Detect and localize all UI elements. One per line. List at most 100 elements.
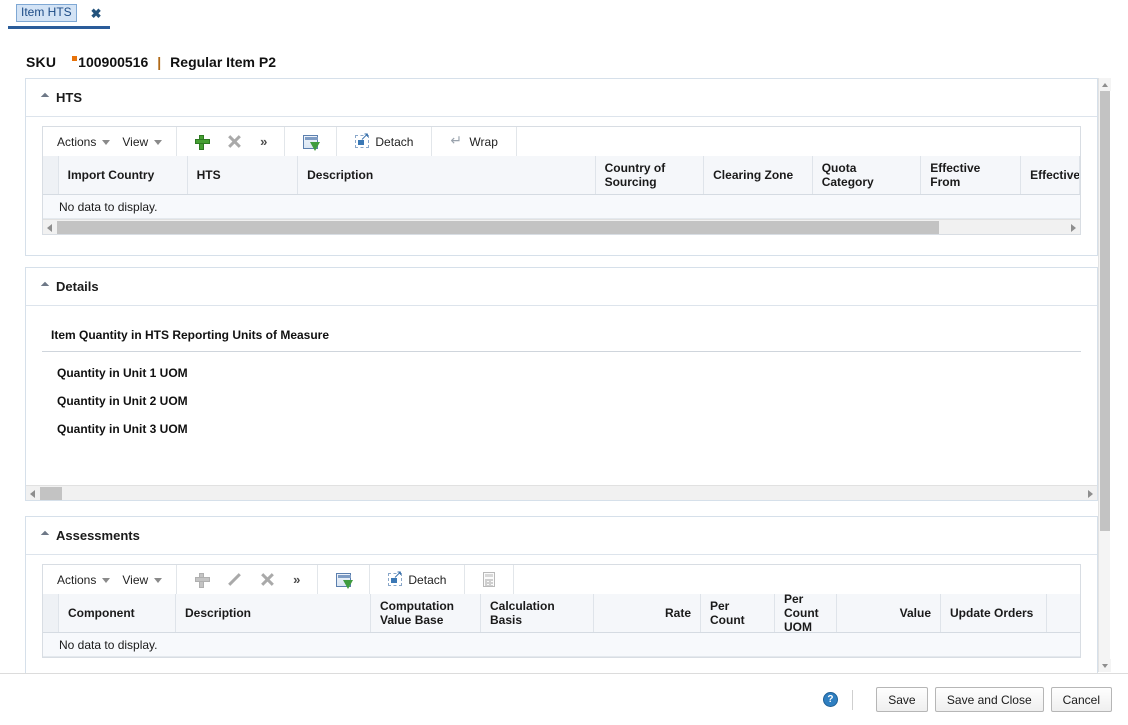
hts-delete-button[interactable]	[218, 127, 251, 156]
wrap-icon	[450, 133, 463, 148]
detach-icon	[388, 570, 403, 586]
chevron-down-icon	[102, 140, 111, 145]
query-filter-icon	[303, 134, 321, 151]
page-scroll-region: HTS Actions View » ↗ Detach ↵ Wrap Impor…	[25, 78, 1103, 673]
hts-detach-button[interactable]: Detach	[345, 127, 423, 156]
assessments-col-per-count[interactable]: Per Count	[701, 594, 775, 632]
hts-grid-header-row: Import Country HTS Description Country o…	[43, 156, 1080, 195]
panel-details-header: Details	[26, 268, 1097, 306]
assessments-col-value[interactable]: Value	[837, 594, 941, 632]
hts-scroll-thumb[interactable]	[57, 220, 939, 234]
hts-query-group	[285, 127, 338, 156]
assessments-col-computation-value-base[interactable]: Computation Value Base	[371, 594, 481, 632]
panel-assessments-title: Assessments	[56, 528, 140, 543]
assessments-col-update-orders[interactable]: Update Orders	[941, 594, 1047, 632]
assessments-query-by-example-button[interactable]	[326, 565, 361, 594]
plus-icon	[195, 573, 211, 588]
assessments-calc-group	[465, 565, 515, 594]
panel-details-title: Details	[56, 279, 99, 294]
hts-view-menu[interactable]: View	[116, 127, 168, 156]
hts-add-button[interactable]	[185, 127, 218, 156]
assessments-more-actions-button[interactable]: »	[284, 565, 309, 594]
hts-scroll-right-icon[interactable]	[1066, 220, 1080, 235]
hts-toolbar: Actions View » ↗ Detach ↵ Wrap	[42, 126, 1081, 156]
assessments-col-per-count-uom[interactable]: Per Count UOM	[775, 594, 837, 632]
details-scroll-track[interactable]	[40, 486, 1083, 500]
assessments-query-group	[318, 565, 371, 594]
assessments-col-rate[interactable]: Rate	[594, 594, 701, 632]
collapse-triangle-icon[interactable]	[40, 281, 50, 290]
panel-hts-header: HTS	[26, 79, 1097, 117]
hts-actions-menu[interactable]: Actions	[51, 127, 116, 156]
hts-grid: Import Country HTS Description Country o…	[42, 156, 1081, 235]
query-filter-icon	[336, 572, 354, 589]
chevron-down-icon	[154, 140, 163, 145]
save-and-close-button[interactable]: Save and Close	[934, 687, 1044, 712]
collapse-triangle-icon[interactable]	[40, 530, 50, 539]
details-scroll-right-icon[interactable]	[1083, 486, 1097, 501]
hts-menu-group: Actions View	[43, 127, 178, 156]
assessments-detach-button[interactable]: Detach	[378, 565, 456, 594]
hts-horizontal-scrollbar[interactable]	[43, 219, 1080, 234]
tab-strip: Item HTS ✖	[0, 0, 1128, 30]
collapse-triangle-icon[interactable]	[40, 92, 50, 101]
assessments-toolbar: Actions View » ↗ Detach	[42, 564, 1081, 594]
assessments-add-button[interactable]	[185, 565, 218, 594]
cancel-button[interactable]: Cancel	[1050, 687, 1112, 712]
save-button[interactable]: Save	[875, 687, 928, 712]
details-body: Item Quantity in HTS Reporting Units of …	[26, 306, 1097, 436]
hts-scroll-track[interactable]	[57, 220, 1066, 234]
footer-divider	[851, 689, 853, 710]
assessments-col-calculation-basis[interactable]: Calculation Basis	[481, 594, 594, 632]
assessments-edit-button[interactable]	[218, 565, 251, 594]
hts-col-description[interactable]: Description	[298, 156, 596, 194]
details-field-unit-1: Quantity in Unit 1 UOM	[57, 366, 188, 380]
hts-wrap-button[interactable]: Wrap	[440, 127, 507, 156]
tab-item-hts[interactable]: Item HTS ✖	[8, 0, 110, 29]
hts-table-wrapper: Actions View » ↗ Detach ↵ Wrap Import Co…	[26, 117, 1097, 235]
assessments-col-description[interactable]: Description	[176, 594, 371, 632]
help-icon[interactable]: ?	[822, 692, 838, 707]
assessments-empty-message: No data to display.	[43, 633, 1080, 657]
assessments-detach-label: Detach	[408, 572, 447, 587]
details-scroll-left-icon[interactable]	[26, 486, 40, 501]
assessments-calculator-button[interactable]	[473, 565, 505, 594]
hts-col-effective[interactable]: Effective	[1021, 156, 1080, 194]
calculator-icon	[483, 572, 496, 587]
chevron-down-icon	[154, 578, 163, 583]
hts-col-quota-category[interactable]: Quota Category	[813, 156, 922, 194]
assessments-table-wrapper: Actions View » ↗ Detach Component Descri…	[26, 555, 1097, 658]
details-horizontal-scrollbar[interactable]	[26, 485, 1097, 500]
hts-empty-message: No data to display.	[43, 195, 1080, 219]
details-scroll-thumb[interactable]	[40, 486, 62, 500]
assessments-view-menu[interactable]: View	[116, 565, 168, 594]
details-section-title: Item Quantity in HTS Reporting Units of …	[42, 320, 1081, 352]
assessments-grid-header-row: Component Description Computation Value …	[43, 594, 1080, 633]
assessments-delete-button[interactable]	[251, 565, 284, 594]
hts-scroll-left-icon[interactable]	[43, 220, 57, 235]
hts-col-effective-from[interactable]: Effective From	[921, 156, 1022, 194]
hts-more-actions-button[interactable]: »	[251, 127, 276, 156]
panel-hts-title: HTS	[56, 90, 82, 105]
hts-col-hts[interactable]: HTS	[188, 156, 299, 194]
assessments-actions-menu[interactable]: Actions	[51, 565, 116, 594]
hts-wrap-label: Wrap	[469, 134, 498, 149]
assessments-detach-group: Detach	[370, 565, 466, 594]
assessments-actions-label: Actions	[57, 572, 97, 587]
item-description: Regular Item P2	[170, 54, 276, 70]
edit-pencil-icon	[228, 573, 241, 586]
hts-col-import-country[interactable]: Import Country	[59, 156, 188, 194]
assessments-col-component[interactable]: Component	[59, 594, 176, 632]
hts-view-label: View	[122, 134, 149, 149]
detach-icon	[355, 132, 370, 148]
panel-hts: HTS Actions View » ↗ Detach ↵ Wrap Impor…	[25, 78, 1098, 256]
chevron-down-icon	[102, 578, 111, 583]
assessments-grid: Component Description Computation Value …	[42, 594, 1081, 658]
delete-x-icon	[228, 135, 241, 148]
hts-query-by-example-button[interactable]	[293, 127, 328, 156]
details-field-unit-3: Quantity in Unit 3 UOM	[57, 422, 188, 436]
hts-detach-label: Detach	[375, 134, 414, 149]
hts-col-clearing-zone[interactable]: Clearing Zone	[704, 156, 813, 194]
hts-col-country-of-sourcing[interactable]: Country of Sourcing	[596, 156, 705, 194]
close-icon[interactable]: ✖	[91, 7, 102, 20]
